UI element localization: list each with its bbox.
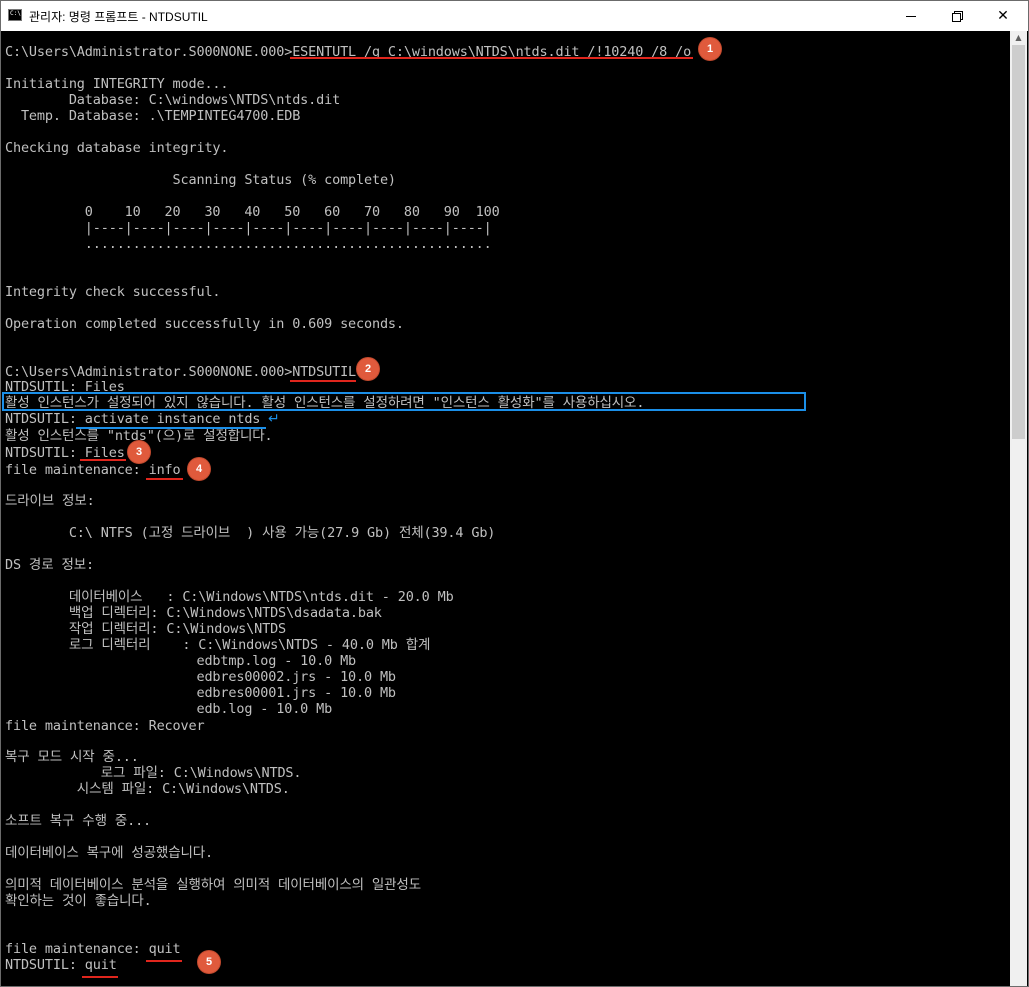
console-line: 백업 디렉터리: C:\Windows\NTDS\dsadata.bak	[5, 605, 382, 621]
console-line: edbtmp.log - 10.0 Mb	[5, 653, 357, 669]
activate-underline	[76, 427, 266, 429]
highlight-box	[2, 392, 806, 411]
title-bar[interactable]: C:\ 관리자: 명령 프롬프트 - NTDSUTIL ✕	[1, 1, 1028, 31]
restore-icon	[952, 11, 963, 22]
command-underline	[146, 960, 182, 962]
restore-button[interactable]	[934, 1, 980, 31]
console-line: C:\ NTFS (고정 드라이브 ) 사용 가능(27.9 Gb) 전체(39…	[5, 525, 496, 541]
command-underline	[82, 976, 118, 978]
command-underline	[290, 380, 356, 382]
command-prompt-icon: C:\	[8, 9, 22, 21]
console-line: edb.log - 10.0 Mb	[5, 701, 333, 717]
console-line: Temp. Database: .\TEMPINTEG4700.EDB	[5, 108, 301, 124]
minimize-icon	[906, 15, 916, 17]
console-line: 로그 파일: C:\Windows\NTDS.	[5, 765, 302, 781]
console-line: 의미적 데이터베이스 분석을 실행하여 의미적 데이터베이스의 일관성도	[5, 877, 421, 893]
close-button[interactable]: ✕	[980, 1, 1026, 31]
step-badge: 4	[188, 458, 210, 480]
console-line: 로그 디렉터리 : C:\Windows\NTDS - 40.0 Mb 합계	[5, 637, 431, 653]
console-output[interactable]: C:\Users\Administrator.S000NONE.000>ESEN…	[2, 31, 1010, 986]
command-underline	[80, 459, 126, 461]
console-line: file maintenance: Recover	[5, 718, 205, 734]
step-badge: 2	[357, 358, 379, 380]
console-line: 소프트 복구 수행 중...	[5, 813, 152, 829]
console-line: NTDSUTIL: quit	[5, 957, 117, 973]
console-line: Checking database integrity.	[5, 140, 229, 156]
console-line: 작업 디렉터리: C:\Windows\NTDS	[5, 621, 287, 637]
console-line: edbres00002.jrs - 10.0 Mb	[5, 669, 396, 685]
console-line: Database: C:\windows\NTDS\ntds.dit	[5, 92, 341, 108]
window-title: 관리자: 명령 프롬프트 - NTDSUTIL	[29, 10, 208, 24]
console-line: edbres00001.jrs - 10.0 Mb	[5, 685, 396, 701]
console-line: NTDSUTIL: activate instance ntds	[5, 411, 261, 427]
close-icon: ✕	[997, 8, 1009, 24]
command-underline	[146, 478, 183, 480]
console-line: 복구 모드 시작 중...	[5, 749, 139, 765]
step-badge: 5	[198, 951, 220, 973]
console-line: Operation completed successfully in 0.60…	[5, 316, 404, 332]
return-arrow-icon: ↵	[268, 411, 280, 427]
step-badge: 3	[128, 441, 150, 463]
console-line: 확인하는 것이 좋습니다.	[5, 893, 152, 909]
console-line: 0 10 20 30 40 50 60 70 80 90 100	[5, 204, 500, 220]
console-line: 드라이브 정보:	[5, 493, 95, 509]
command-prompt-window: C:\ 관리자: 명령 프롬프트 - NTDSUTIL ✕ C:\Users\A…	[0, 0, 1029, 987]
command-underline	[290, 57, 693, 59]
console-line: 시스템 파일: C:\Windows\NTDS.	[5, 781, 290, 797]
console-line: 데이터베이스 : C:\Windows\NTDS\ntds.dit - 20.0…	[5, 589, 454, 605]
console-line: file maintenance: quit	[5, 941, 181, 957]
console-line: file maintenance: info	[5, 462, 181, 478]
minimize-button[interactable]	[888, 1, 934, 31]
console-line: ........................................…	[5, 236, 492, 252]
step-badge: 1	[699, 38, 721, 60]
console-line: Initiating INTEGRITY mode...	[5, 76, 229, 92]
console-line: 데이터베이스 복구에 성공했습니다.	[5, 845, 213, 861]
scroll-thumb[interactable]	[1012, 45, 1025, 439]
console-line: |----|----|----|----|----|----|----|----…	[5, 220, 492, 236]
console-line: Integrity check successful.	[5, 284, 221, 300]
console-line: Scanning Status (% complete)	[5, 172, 397, 188]
console-line: DS 경로 정보:	[5, 557, 94, 573]
vertical-scrollbar[interactable]: ▲	[1010, 31, 1027, 986]
scroll-up-icon[interactable]: ▲	[1010, 31, 1027, 45]
console-line: C:\Users\Administrator.S000NONE.000>NTDS…	[5, 364, 357, 380]
